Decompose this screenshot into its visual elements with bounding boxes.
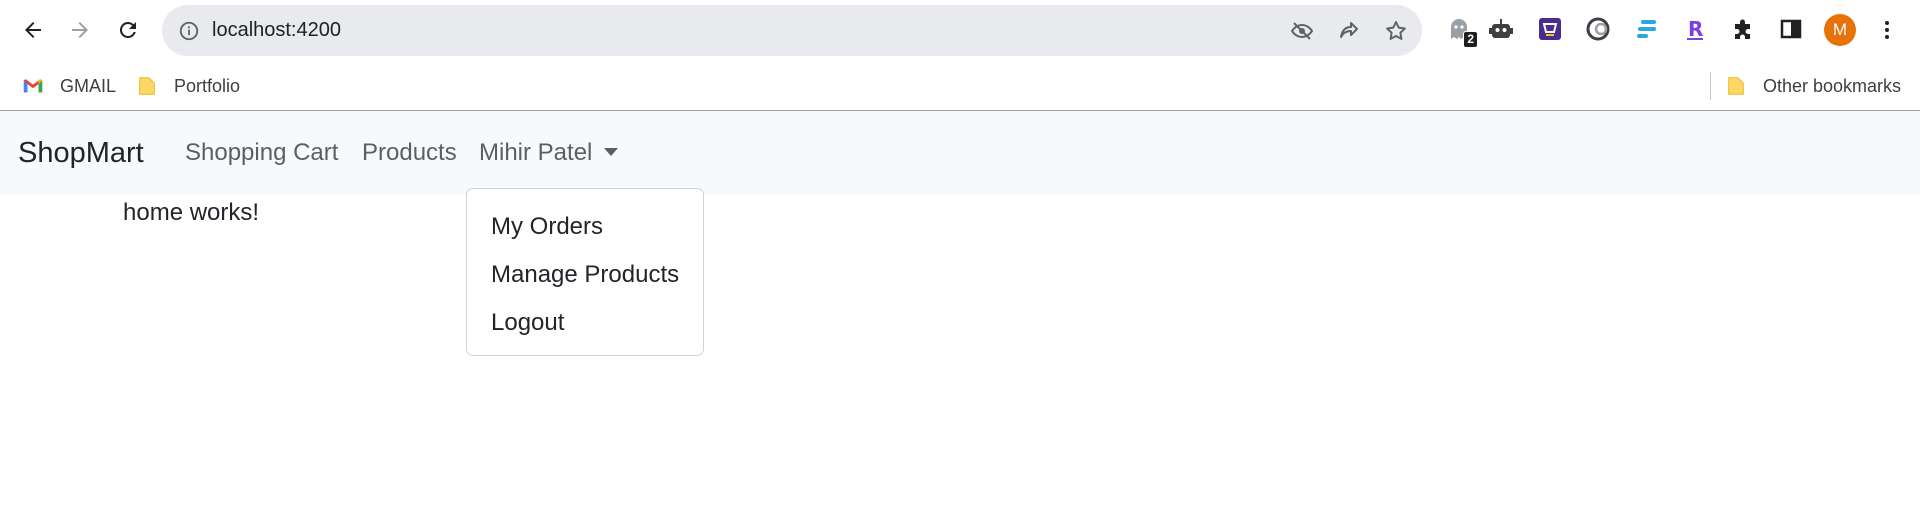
eye-off-icon[interactable] [1290,19,1314,43]
bookmark-label: Portfolio [174,75,241,96]
user-name: Mihir Patel [479,139,593,166]
r-extension[interactable]: R [1680,14,1710,44]
caret-down-icon [604,148,619,156]
address-bar[interactable]: localhost:4200 [162,5,1422,56]
robot-extension[interactable] [1486,14,1516,44]
info-icon[interactable] [178,20,200,42]
dropdown-item-logout[interactable]: Logout [491,303,564,343]
shopping-extension-icon [1539,18,1561,40]
extension-badge: 2 [1463,31,1478,48]
user-dropdown-menu: My Orders Manage Products Logout [466,188,704,356]
url-text[interactable]: localhost:4200 [212,5,341,56]
folder-icon [139,77,155,95]
other-bookmarks-label: Other bookmarks [1763,75,1902,96]
stripes-extension-icon [1637,20,1656,38]
robot-icon [1489,19,1513,38]
other-bookmarks[interactable]: Other bookmarks [1725,62,1901,110]
brand-logo[interactable]: ShopMart [18,111,144,195]
puzzle-icon [1735,19,1750,39]
arrow-right-icon [72,22,88,38]
user-menu-toggle[interactable]: Mihir Patel [479,111,619,195]
dropdown-item-my-orders[interactable]: My Orders [491,207,603,247]
share-icon[interactable] [1337,19,1361,43]
bookmarks-separator [1710,72,1711,100]
folder-icon [1728,77,1744,95]
browser-toolbar: localhost:4200 2 R M [0,0,1920,62]
stripes-extension[interactable] [1632,14,1662,44]
side-panel-icon [1780,19,1802,39]
more-vert-icon [1885,21,1889,39]
bookmark-gmail[interactable]: GMAIL [22,62,116,110]
nav-link-shopping-cart[interactable]: Shopping Cart [185,111,338,195]
bookmarks-bar: GMAIL Portfolio Other bookmarks [0,62,1920,111]
dropdown-item-manage-products[interactable]: Manage Products [491,255,679,295]
side-panel-button[interactable] [1776,14,1806,44]
site-navbar: ShopMart Shopping Cart Products Mihir Pa… [0,111,1920,195]
swirl-extension-icon [1586,17,1610,41]
ghostery-extension[interactable]: 2 [1444,14,1478,48]
nav-link-products[interactable]: Products [362,111,457,195]
arrow-left-icon [25,22,41,38]
reload-button[interactable] [111,13,145,47]
forward-button[interactable] [63,13,97,47]
gmail-icon [23,79,43,93]
extensions-button[interactable] [1728,14,1758,44]
reload-icon [119,21,136,38]
svg-text:R: R [1688,17,1703,41]
chrome-menu-button[interactable] [1870,13,1904,47]
r-extension-icon: R [1687,17,1703,41]
star-icon[interactable] [1384,19,1408,43]
back-button[interactable] [16,13,50,47]
profile-avatar[interactable]: M [1824,14,1856,46]
home-content: home works! [123,199,260,226]
bookmark-label: GMAIL [60,75,117,96]
bookmark-portfolio[interactable]: Portfolio [136,62,240,110]
shopping-extension[interactable] [1535,14,1565,44]
swirl-extension[interactable] [1583,14,1613,44]
